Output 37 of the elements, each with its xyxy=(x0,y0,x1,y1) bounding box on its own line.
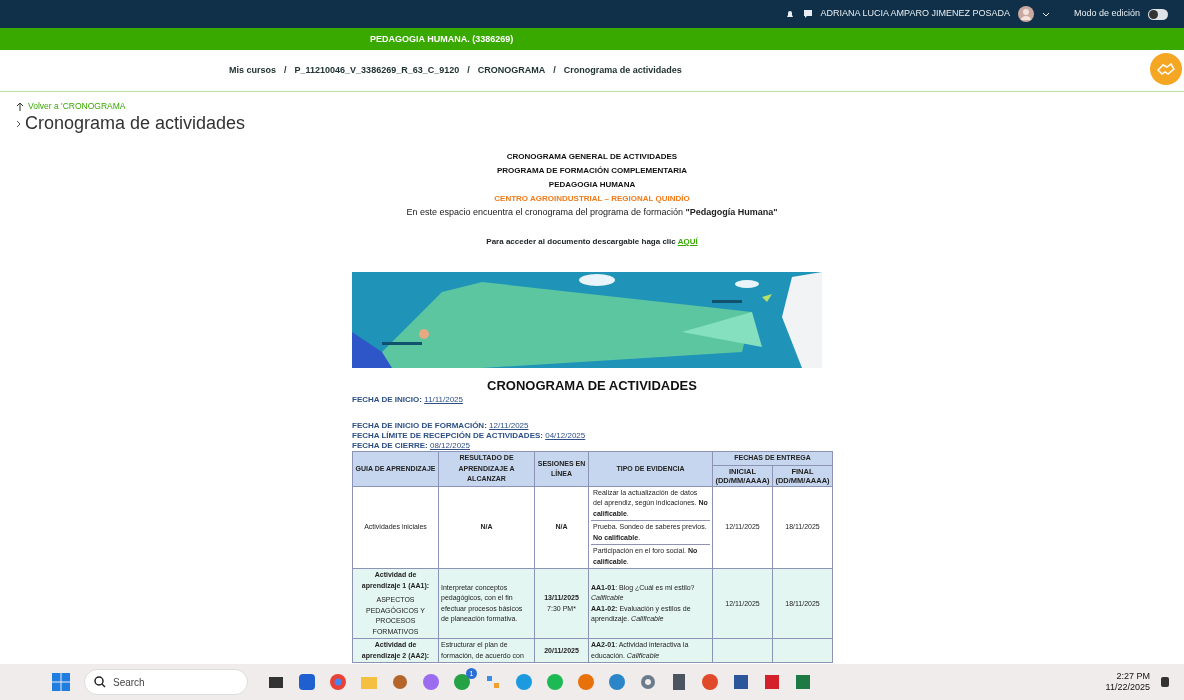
avatar-icon[interactable] xyxy=(1017,6,1034,22)
heading: PROGRAMA DE FORMACIÓN COMPLEMENTARIA xyxy=(495,165,689,178)
edit-mode-label: Modo de edición xyxy=(1073,7,1140,21)
search-field[interactable]: Search xyxy=(84,669,248,696)
chevron-icon[interactable] xyxy=(16,119,21,128)
heading: CENTRO AGROINDUSTRIAL – REGIONAL QUINDÍO xyxy=(493,193,691,206)
clock-time: 2:27 PM xyxy=(1115,671,1150,682)
arrow-up-icon xyxy=(16,101,24,111)
breadcrumb-link[interactable]: Mis cursos xyxy=(229,63,277,78)
date-line: FECHA DE INICIO DE FORMACIÓN: 12/11/2025 xyxy=(352,421,530,431)
breadcrumb-separator: / xyxy=(553,63,556,77)
page-title: Cronograma de actividades xyxy=(25,112,246,135)
app-icon[interactable] xyxy=(700,672,720,692)
chat-icon[interactable] xyxy=(802,9,813,19)
course-title: PEDAGOGIA HUMANA. (3386269) xyxy=(0,28,1184,50)
caret-icon[interactable] xyxy=(1041,10,1050,18)
breadcrumb-link[interactable]: Cronograma de actividades xyxy=(563,63,682,78)
heading: PEDAGOGIA HUMANA xyxy=(547,179,637,192)
app-icon[interactable] xyxy=(390,672,410,692)
date-line: FECHA DE INICIO: 11/11/2025 xyxy=(352,395,464,406)
breadcrumb-link[interactable]: CRONOGRAMA xyxy=(477,63,546,78)
app-icon[interactable] xyxy=(421,672,441,692)
date-line: FECHA DE CIERRE: 08/12/2025 xyxy=(352,441,471,452)
heading: CRONOGRAMA GENERAL DE ACTIVIDADES xyxy=(505,151,679,164)
schedule-title: CRONOGRAMA DE ACTIVIDADES xyxy=(486,376,698,395)
download-text: Para acceder al documento descargable haga clic AQUÍ xyxy=(485,235,699,248)
app-icon[interactable] xyxy=(297,672,317,692)
breadcrumb-separator: / xyxy=(467,63,470,77)
search-icon xyxy=(94,675,106,688)
edit-mode-toggle[interactable] xyxy=(1148,8,1168,20)
date-line: FECHA LÍMITE DE RECEPCIÓN DE ACTIVIDADES: 04/12/2025 xyxy=(352,431,587,442)
bell-icon[interactable] xyxy=(784,9,795,19)
intro-text: En este espacio encuentra el cronograma del programa de formación "Pedagogía Humana" xyxy=(405,206,779,220)
breadcrumb-separator: / xyxy=(284,63,287,77)
user-name: ADRIANA LUCIA AMPARO JIMENEZ POSADA xyxy=(820,7,1010,21)
breadcrumb-link[interactable]: P_11210046_V_3386269_R_63_C_9120 xyxy=(294,63,460,78)
clock-date: 11/22/2025 xyxy=(1105,682,1150,693)
